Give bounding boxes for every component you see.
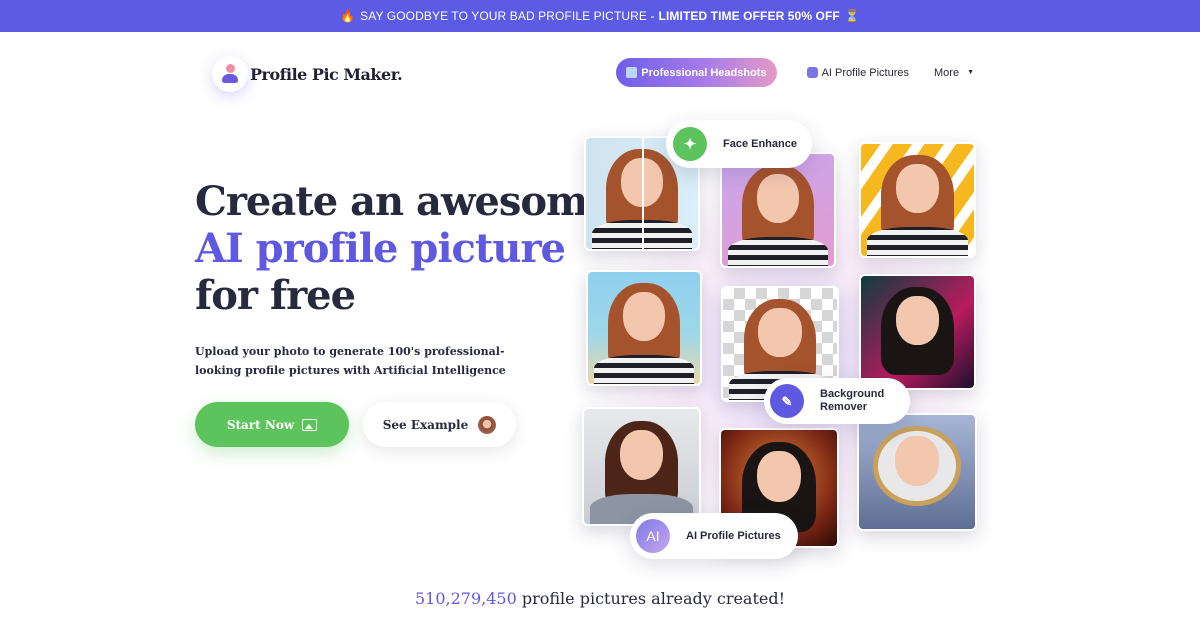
pictures-created-counter: 510,279,450 profile pictures already cre… xyxy=(0,589,1200,608)
hourglass-icon: ⏳ xyxy=(844,9,860,23)
chevron-down-icon: ▼ xyxy=(967,69,974,76)
hero-title: Create an awesome AI profile picture for… xyxy=(195,178,613,319)
promo-banner[interactable]: 🔥 SAY GOODBYE TO YOUR BAD PROFILE PICTUR… xyxy=(0,0,1200,32)
ai-profile-pictures-badge: AI AI Profile Pictures xyxy=(630,513,798,559)
portrait-icon xyxy=(626,67,638,78)
photo-astronaut-ai-portrait xyxy=(857,413,977,531)
photo-enhanced-portrait xyxy=(720,152,836,268)
photo-business-headshot xyxy=(582,407,701,526)
face-enhance-badge: ✦ Face Enhance xyxy=(666,120,812,168)
ai-icon: AI xyxy=(636,519,670,553)
see-example-label: See Example xyxy=(382,417,469,432)
background-remover-badge: ✎ Background Remover xyxy=(764,378,910,424)
photo-yellow-pattern-background xyxy=(859,142,976,258)
see-example-button[interactable]: See Example xyxy=(363,402,516,447)
logo-text: Profile Pic Maker. xyxy=(250,64,403,84)
nav-ai-profile-pictures[interactable]: AI Profile Pictures xyxy=(806,66,909,79)
nav-more-label: More xyxy=(934,66,960,79)
banner-offer: LIMITED TIME OFFER 50% OFF xyxy=(658,9,840,23)
nav-professional-headshots[interactable]: Professional Headshots xyxy=(616,58,777,87)
ai-profile-pictures-label: AI Profile Pictures xyxy=(686,530,781,542)
nav-more-dropdown[interactable]: More ▼ xyxy=(934,67,974,79)
image-icon xyxy=(302,418,318,431)
start-now-label: Start Now xyxy=(226,417,295,432)
fire-icon: 🔥 xyxy=(340,9,356,23)
hero-subtitle: Upload your photo to generate 100's prof… xyxy=(195,345,506,377)
photo-neon-ai-portrait xyxy=(859,274,976,390)
hero-title-line3: for free xyxy=(195,272,356,319)
background-remover-label: Background Remover xyxy=(820,388,885,413)
start-now-button[interactable]: Start Now xyxy=(195,402,349,447)
sparkle-icon: ✦ xyxy=(673,127,707,161)
photo-beach-background xyxy=(586,270,702,386)
nav-professional-headshots-label: Professional Headshots xyxy=(641,66,767,79)
hero-title-line1: Create an awesome xyxy=(195,178,613,225)
pictures-created-text: profile pictures already created! xyxy=(516,589,786,608)
pictures-created-count: 510,279,450 xyxy=(414,589,517,608)
face-enhance-label: Face Enhance xyxy=(723,138,797,150)
example-avatar-icon xyxy=(478,415,497,434)
nav-ai-profile-pictures-label: AI Profile Pictures xyxy=(821,66,909,79)
banner-text: SAY GOODBYE TO YOUR BAD PROFILE PICTURE … xyxy=(360,9,655,23)
logo[interactable]: Profile Pic Maker. xyxy=(212,56,403,92)
main-nav: Professional Headshots AI Profile Pictur… xyxy=(616,58,974,87)
ai-avatar-icon xyxy=(806,67,818,78)
hero-title-line2: AI profile picture xyxy=(195,225,566,272)
logo-avatar-icon xyxy=(212,56,248,92)
magic-wand-icon: ✎ xyxy=(770,384,804,418)
